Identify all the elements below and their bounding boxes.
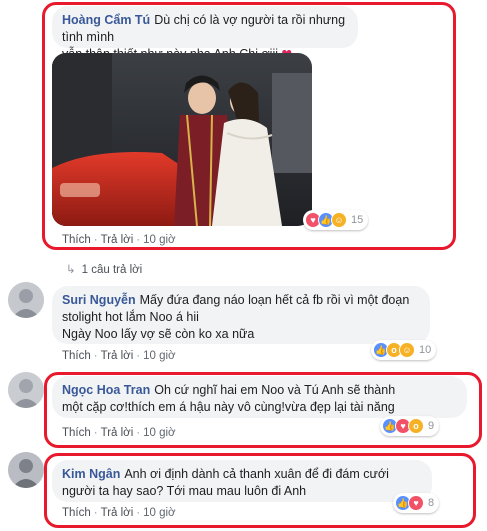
- highlight-box: [42, 2, 456, 250]
- avatar-image: [8, 282, 44, 318]
- comment-text: Ngày Noo lấy vợ sẽ còn ko xa nữa: [62, 327, 255, 341]
- comment-2: Suri Nguyễn Mấy đứa đang náo loạn hết cả …: [0, 280, 487, 370]
- avatar[interactable]: [8, 452, 44, 488]
- view-replies-label: 1 câu trả lời: [81, 264, 143, 276]
- highlight-box: [44, 453, 476, 528]
- comment-author[interactable]: Suri Nguyễn: [62, 293, 136, 307]
- like-link[interactable]: Thích: [62, 350, 91, 362]
- reactions-summary[interactable]: 👍 o ☺ 10: [371, 340, 437, 360]
- comment-text: Mấy đứa đang náo loạn hết cả fb rồi vì m…: [139, 293, 410, 307]
- comment-4: Kim Ngân Anh ơi định dành cả thanh xuân đ…: [0, 450, 487, 531]
- reply-arrow-icon: ↳: [66, 264, 76, 276]
- comment-3: Ngọc Hoa Tran Oh cứ nghĩ hai em Noo và Tú…: [0, 370, 487, 450]
- avatar-image: [8, 372, 44, 408]
- avatar[interactable]: [8, 282, 44, 318]
- reaction-count: 10: [419, 344, 432, 356]
- reply-link[interactable]: Trả lời: [101, 350, 134, 362]
- comment-1: Hoàng Cẩm Tú Dù chị có là vợ người ta rồi…: [0, 0, 487, 260]
- haha-reaction-icon: ☺: [399, 342, 415, 358]
- view-replies-link[interactable]: ↳ 1 câu trả lời: [66, 262, 142, 276]
- comment-bubble: Suri Nguyễn Mấy đứa đang náo loạn hết cả …: [52, 286, 430, 344]
- highlight-box: [44, 372, 482, 448]
- avatar-image: [8, 452, 44, 488]
- comment-text: stolight hot lắm Noo á hii: [62, 310, 199, 324]
- timestamp[interactable]: 10 giờ: [143, 350, 175, 362]
- comment-actions: Thích · Trả lời · 10 giờ: [62, 350, 176, 362]
- avatar[interactable]: [8, 372, 44, 408]
